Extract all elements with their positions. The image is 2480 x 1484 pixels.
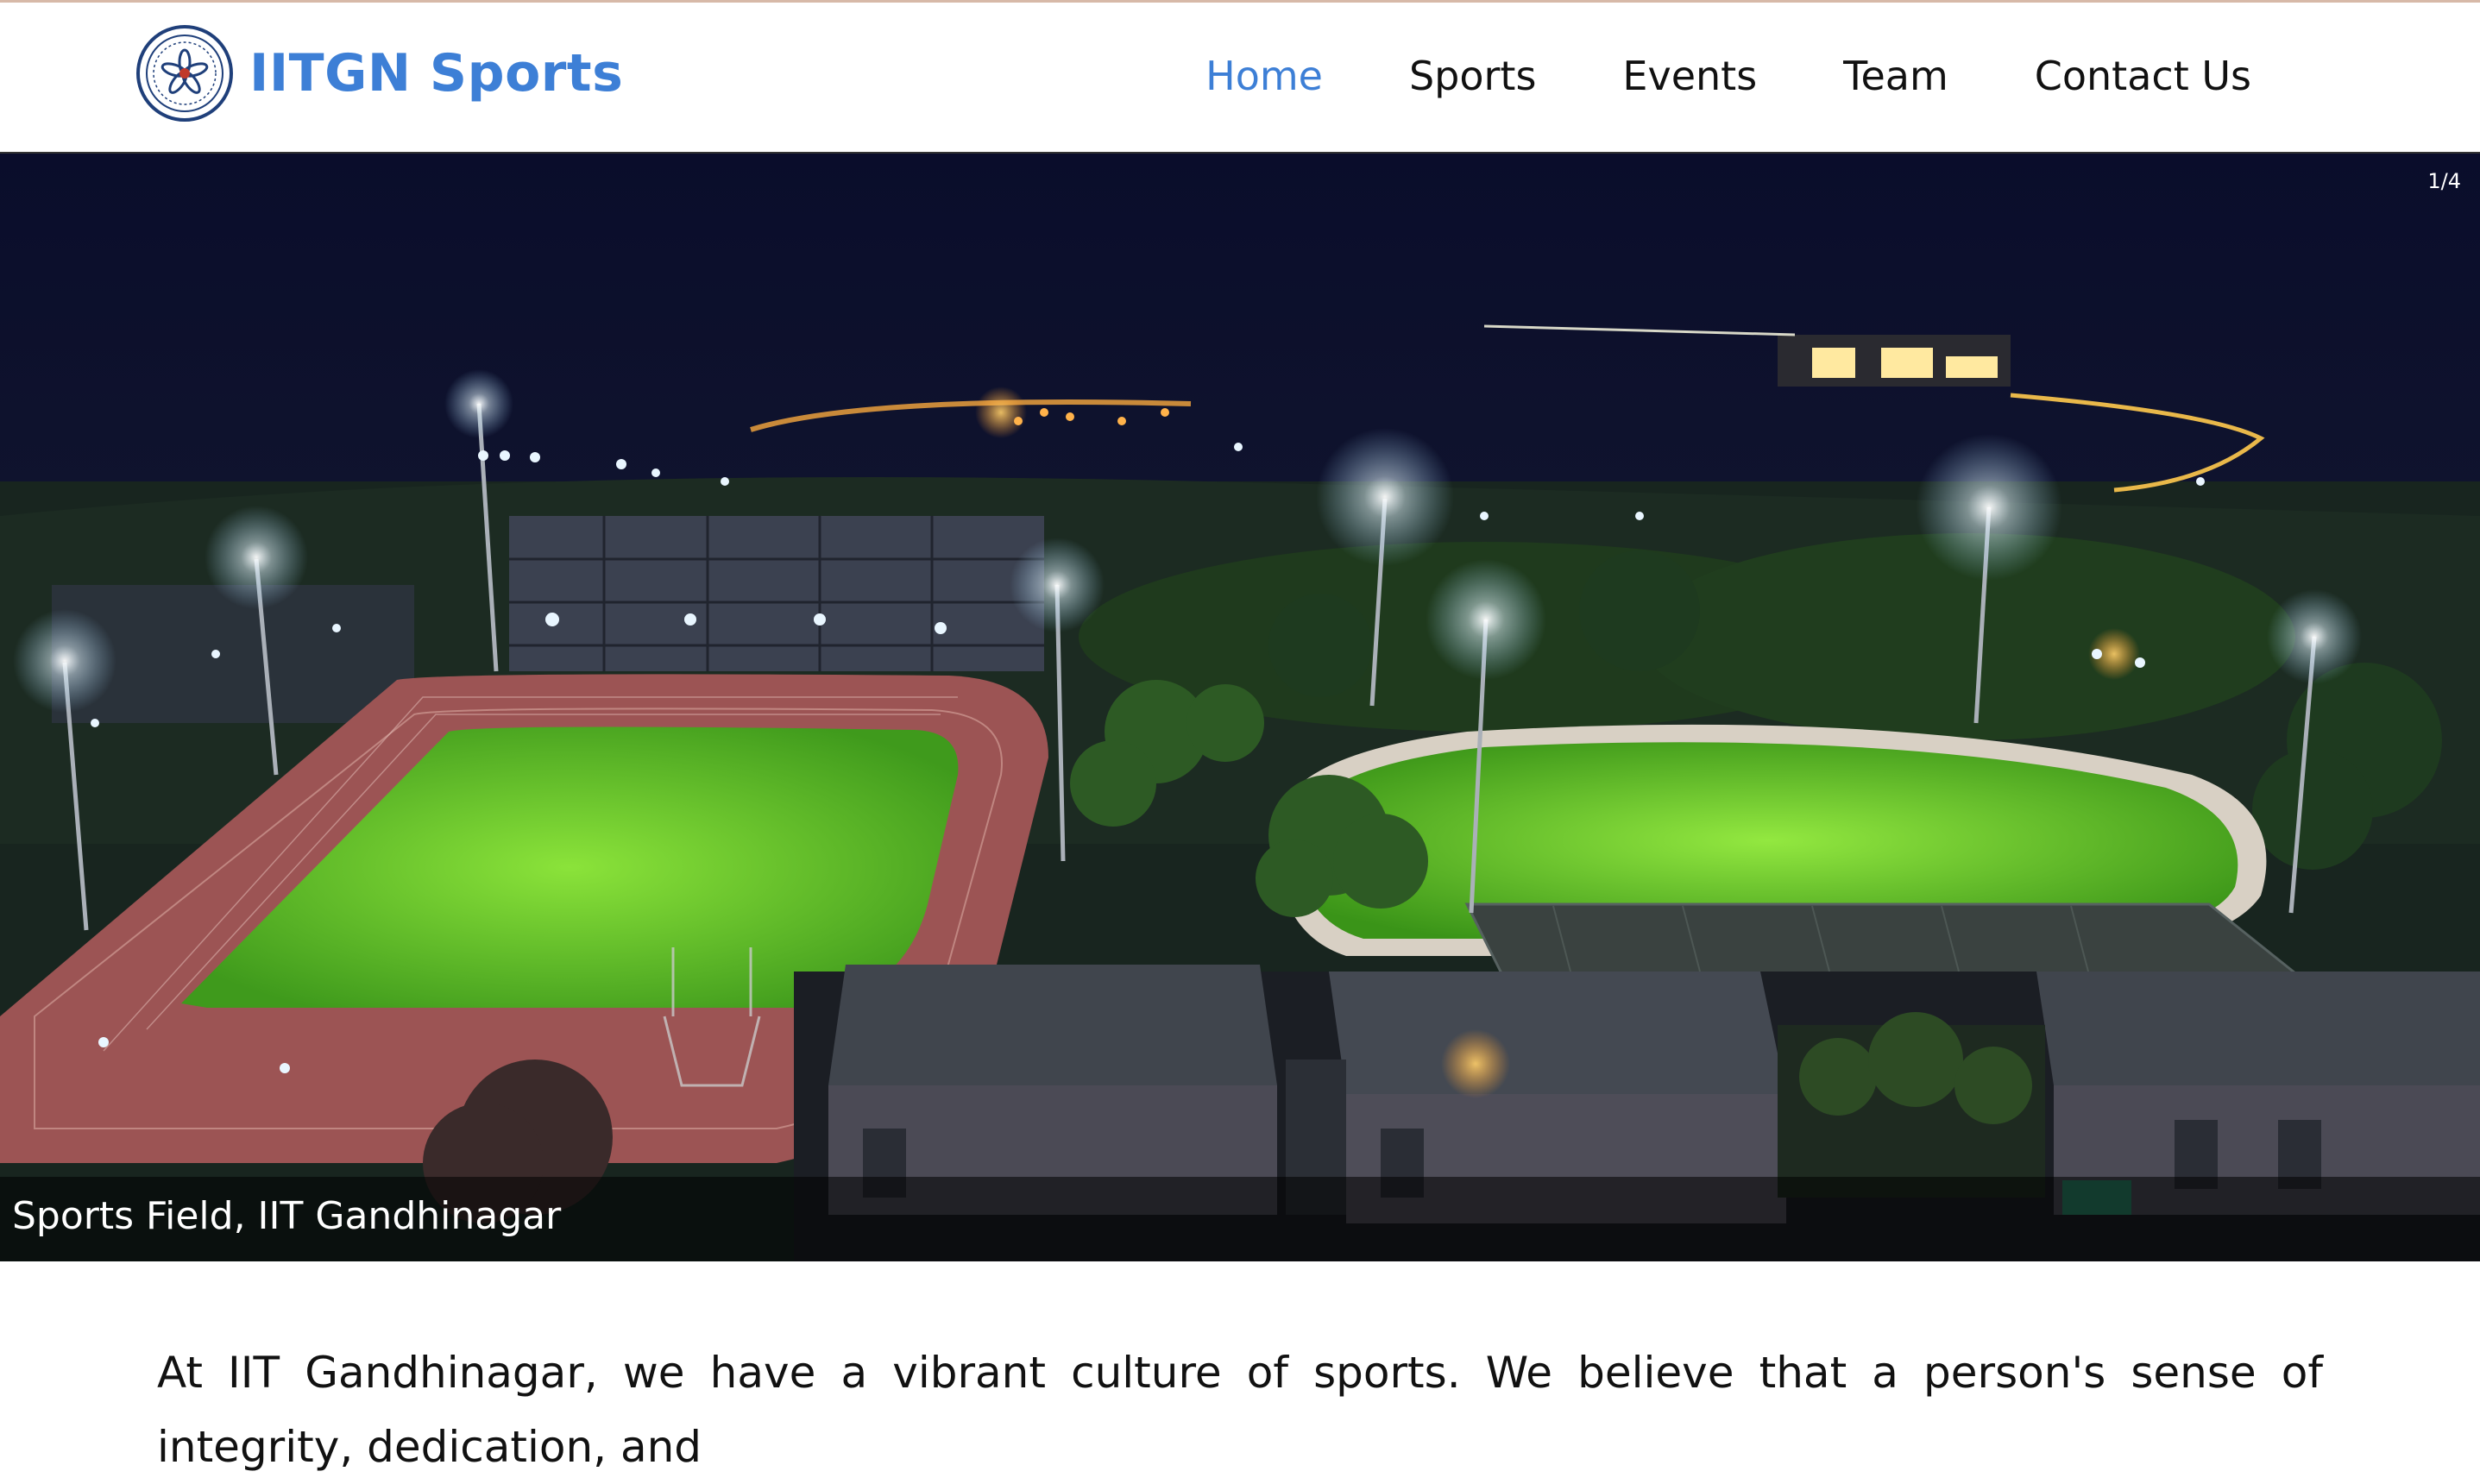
brand[interactable]: IITGN Sports	[135, 22, 623, 125]
nav-sports[interactable]: Sports	[1409, 53, 1536, 99]
brand-name: IITGN Sports	[249, 43, 624, 104]
site-header: IITGN Sports Home Sports Events Team Con…	[0, 3, 2480, 154]
nav-events[interactable]: Events	[1622, 53, 1757, 99]
nav-home[interactable]: Home	[1205, 53, 1323, 99]
slide-caption: Sports Field, IIT Gandhinagar	[12, 1194, 562, 1238]
slide-counter: 1/4	[2427, 169, 2461, 193]
slide-caption-bar: Sports Field, IIT Gandhinagar	[0, 1177, 2480, 1261]
nav-contact-us[interactable]: Contact Us	[2035, 53, 2251, 99]
sports-field-photo	[0, 154, 2480, 1261]
main-nav: Home Sports Events Team Contact Us	[1205, 37, 2251, 115]
hero-slideshow[interactable]: 1/4 Sports Field, IIT Gandhinagar	[0, 154, 2480, 1261]
intro-paragraph: At IIT Gandhinagar, we have a vibrant cu…	[157, 1348, 2323, 1472]
iitgn-emblem-icon	[136, 25, 233, 122]
nav-team[interactable]: Team	[1843, 53, 1948, 99]
